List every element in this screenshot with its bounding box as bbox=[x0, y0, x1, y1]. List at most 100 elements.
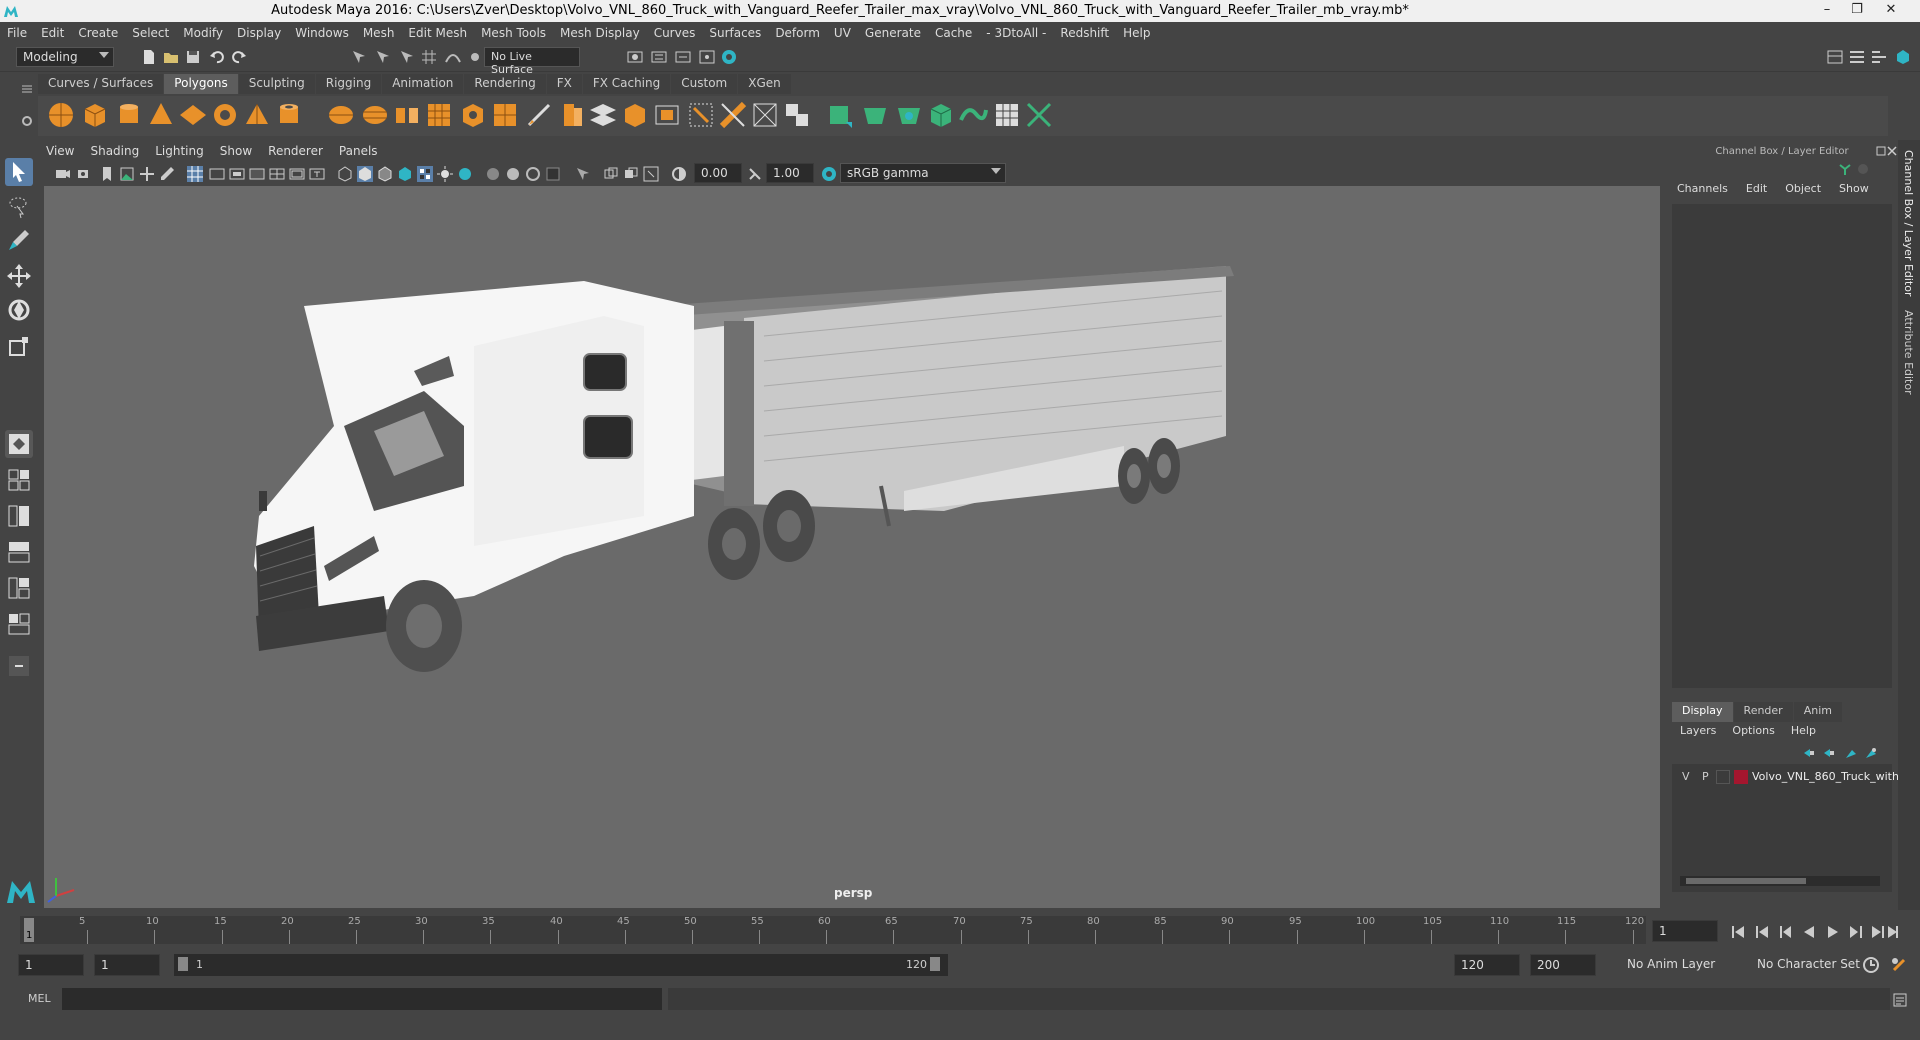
xray-components-icon[interactable] bbox=[622, 165, 640, 183]
multisample-aa-icon[interactable] bbox=[504, 165, 522, 183]
current-frame-field[interactable]: 1 bbox=[1652, 920, 1718, 942]
snap-point-icon[interactable] bbox=[466, 48, 484, 66]
gate-mask-icon[interactable] bbox=[248, 165, 266, 183]
animation-start-field[interactable]: 1 bbox=[18, 954, 84, 976]
uv-cylindrical-icon[interactable] bbox=[860, 100, 890, 130]
scrollbar-thumb[interactable] bbox=[1686, 878, 1806, 884]
time-slider[interactable]: 1 5 10 15 20 25 30 35 40 45 50 55 60 65 70 75 80 85 90 95 1… bbox=[0, 912, 1920, 948]
xray-icon[interactable] bbox=[574, 165, 592, 183]
menu-item[interactable]: Cache bbox=[928, 26, 979, 40]
script-editor-icon[interactable] bbox=[1892, 992, 1908, 1008]
playback-end-field[interactable]: 120 bbox=[1454, 954, 1520, 976]
menu-item[interactable]: Display bbox=[230, 26, 288, 40]
shelf-settings-gear-icon[interactable] bbox=[20, 114, 34, 128]
poly-pipe-icon[interactable] bbox=[274, 100, 304, 130]
xray-joints-icon[interactable] bbox=[602, 165, 620, 183]
layer-editor-menu-item[interactable]: Layers bbox=[1672, 724, 1724, 742]
uv-automatic-icon[interactable] bbox=[926, 100, 956, 130]
toolbox-collapse-button[interactable] bbox=[5, 652, 33, 680]
layer-visibility-toggle[interactable]: V bbox=[1682, 770, 1690, 783]
character-set-dropdown[interactable]: No Character Set bbox=[1750, 954, 1870, 976]
layer-list-scrollbar[interactable] bbox=[1680, 876, 1880, 886]
play-forward-icon[interactable] bbox=[1828, 926, 1838, 938]
minimize-button[interactable]: – bbox=[1812, 0, 1842, 22]
uv-unfold-icon[interactable] bbox=[958, 100, 988, 130]
hypershade-icon[interactable] bbox=[698, 48, 716, 66]
menu-item[interactable]: Edit bbox=[34, 26, 71, 40]
viewport-menu-item[interactable]: Lighting bbox=[147, 144, 212, 158]
shelf-tab[interactable]: FX Caching bbox=[582, 74, 671, 94]
create-empty-layer-icon[interactable] bbox=[1844, 746, 1858, 760]
layer-editor-menu-item[interactable]: Help bbox=[1783, 724, 1824, 742]
menu-item[interactable]: Edit Mesh bbox=[401, 26, 474, 40]
step-forward-frame-icon[interactable] bbox=[1850, 926, 1862, 938]
create-layer-from-selected-icon[interactable] bbox=[1864, 746, 1878, 760]
poly-sphere-icon[interactable] bbox=[46, 100, 76, 130]
use-all-lights-icon[interactable] bbox=[416, 165, 434, 183]
gamma-field[interactable]: 1.00 bbox=[766, 163, 814, 183]
redo-icon[interactable] bbox=[230, 48, 248, 66]
channel-box-toggle-off-icon[interactable] bbox=[1856, 162, 1870, 176]
select-object-icon[interactable] bbox=[374, 48, 392, 66]
play-backward-icon[interactable] bbox=[1804, 926, 1814, 938]
undo-icon[interactable] bbox=[208, 48, 226, 66]
target-weld-icon[interactable] bbox=[718, 100, 748, 130]
safe-action-icon[interactable] bbox=[288, 165, 306, 183]
image-plane-icon[interactable] bbox=[118, 165, 136, 183]
new-scene-icon[interactable] bbox=[140, 48, 158, 66]
channel-box-toggle-icon[interactable] bbox=[1894, 48, 1912, 66]
extrude-icon[interactable] bbox=[556, 100, 586, 130]
move-layer-up-icon[interactable] bbox=[1802, 746, 1816, 760]
shelf-tab[interactable]: FX bbox=[546, 74, 582, 94]
uv-layout-icon[interactable] bbox=[992, 100, 1022, 130]
animation-end-field[interactable]: 200 bbox=[1530, 954, 1596, 976]
viewport-menu-item[interactable]: View bbox=[38, 144, 82, 158]
viewport-menu-item[interactable]: Show bbox=[212, 144, 260, 158]
menu-item[interactable]: Help bbox=[1116, 26, 1157, 40]
multi-cut-icon[interactable] bbox=[524, 100, 554, 130]
bookmarks-icon[interactable] bbox=[98, 165, 116, 183]
poly-plane-icon[interactable] bbox=[178, 100, 208, 130]
menu-item[interactable]: Create bbox=[71, 26, 125, 40]
go-to-end-icon[interactable] bbox=[1888, 926, 1898, 938]
command-input[interactable] bbox=[62, 988, 662, 1010]
view-transform-dropdown[interactable]: sRGB gamma bbox=[840, 163, 1006, 183]
restore-button[interactable]: ❐ bbox=[1842, 0, 1872, 22]
grease-pencil-icon[interactable] bbox=[158, 165, 176, 183]
channel-box-menu-item[interactable]: Show bbox=[1830, 182, 1878, 200]
uv-spherical-icon[interactable] bbox=[894, 100, 924, 130]
animation-preferences-icon[interactable] bbox=[1890, 956, 1908, 974]
bridge-icon[interactable] bbox=[588, 100, 618, 130]
channel-box-menu-item[interactable]: Object bbox=[1776, 182, 1830, 200]
live-surface-field[interactable]: No Live Surface bbox=[484, 47, 580, 76]
close-panel-icon[interactable] bbox=[1887, 146, 1897, 156]
select-tool-button[interactable] bbox=[5, 158, 33, 186]
separate-icon[interactable] bbox=[360, 100, 390, 130]
render-current-frame-icon[interactable] bbox=[626, 48, 644, 66]
wireframe-on-shaded-icon[interactable] bbox=[376, 165, 394, 183]
persp-hypershade-layout-button[interactable] bbox=[5, 574, 33, 602]
snap-curve-icon[interactable] bbox=[444, 48, 462, 66]
camera-attributes-icon[interactable] bbox=[76, 165, 94, 183]
exposure-icon[interactable] bbox=[670, 165, 688, 183]
bevel-icon[interactable] bbox=[490, 100, 520, 130]
isolate-select-icon[interactable] bbox=[544, 165, 562, 183]
scale-tool-button[interactable] bbox=[5, 332, 33, 360]
motion-blur-icon[interactable] bbox=[484, 165, 502, 183]
layer-color-swatch[interactable] bbox=[1734, 770, 1748, 784]
poly-cone-icon[interactable] bbox=[146, 100, 176, 130]
poly-cylinder-icon[interactable] bbox=[114, 100, 144, 130]
float-panel-icon[interactable] bbox=[1876, 146, 1886, 156]
persp-outliner-layout-button[interactable] bbox=[5, 502, 33, 530]
layer-editor-tab[interactable]: Anim bbox=[1793, 702, 1842, 722]
channel-box-axis-icon[interactable] bbox=[1838, 162, 1852, 176]
append-polygon-icon[interactable] bbox=[620, 100, 650, 130]
shelf-tab[interactable]: Rigging bbox=[315, 74, 382, 94]
merge-icon[interactable] bbox=[686, 100, 716, 130]
shelf-tab[interactable]: Animation bbox=[382, 74, 464, 94]
rotate-tool-button[interactable] bbox=[5, 296, 33, 324]
close-button[interactable]: ✕ bbox=[1876, 0, 1906, 22]
shelf-tab[interactable]: Curves / Surfaces bbox=[38, 74, 164, 94]
command-language-label[interactable]: MEL bbox=[28, 992, 51, 1005]
layer-editor-tab[interactable]: Render bbox=[1733, 702, 1793, 722]
